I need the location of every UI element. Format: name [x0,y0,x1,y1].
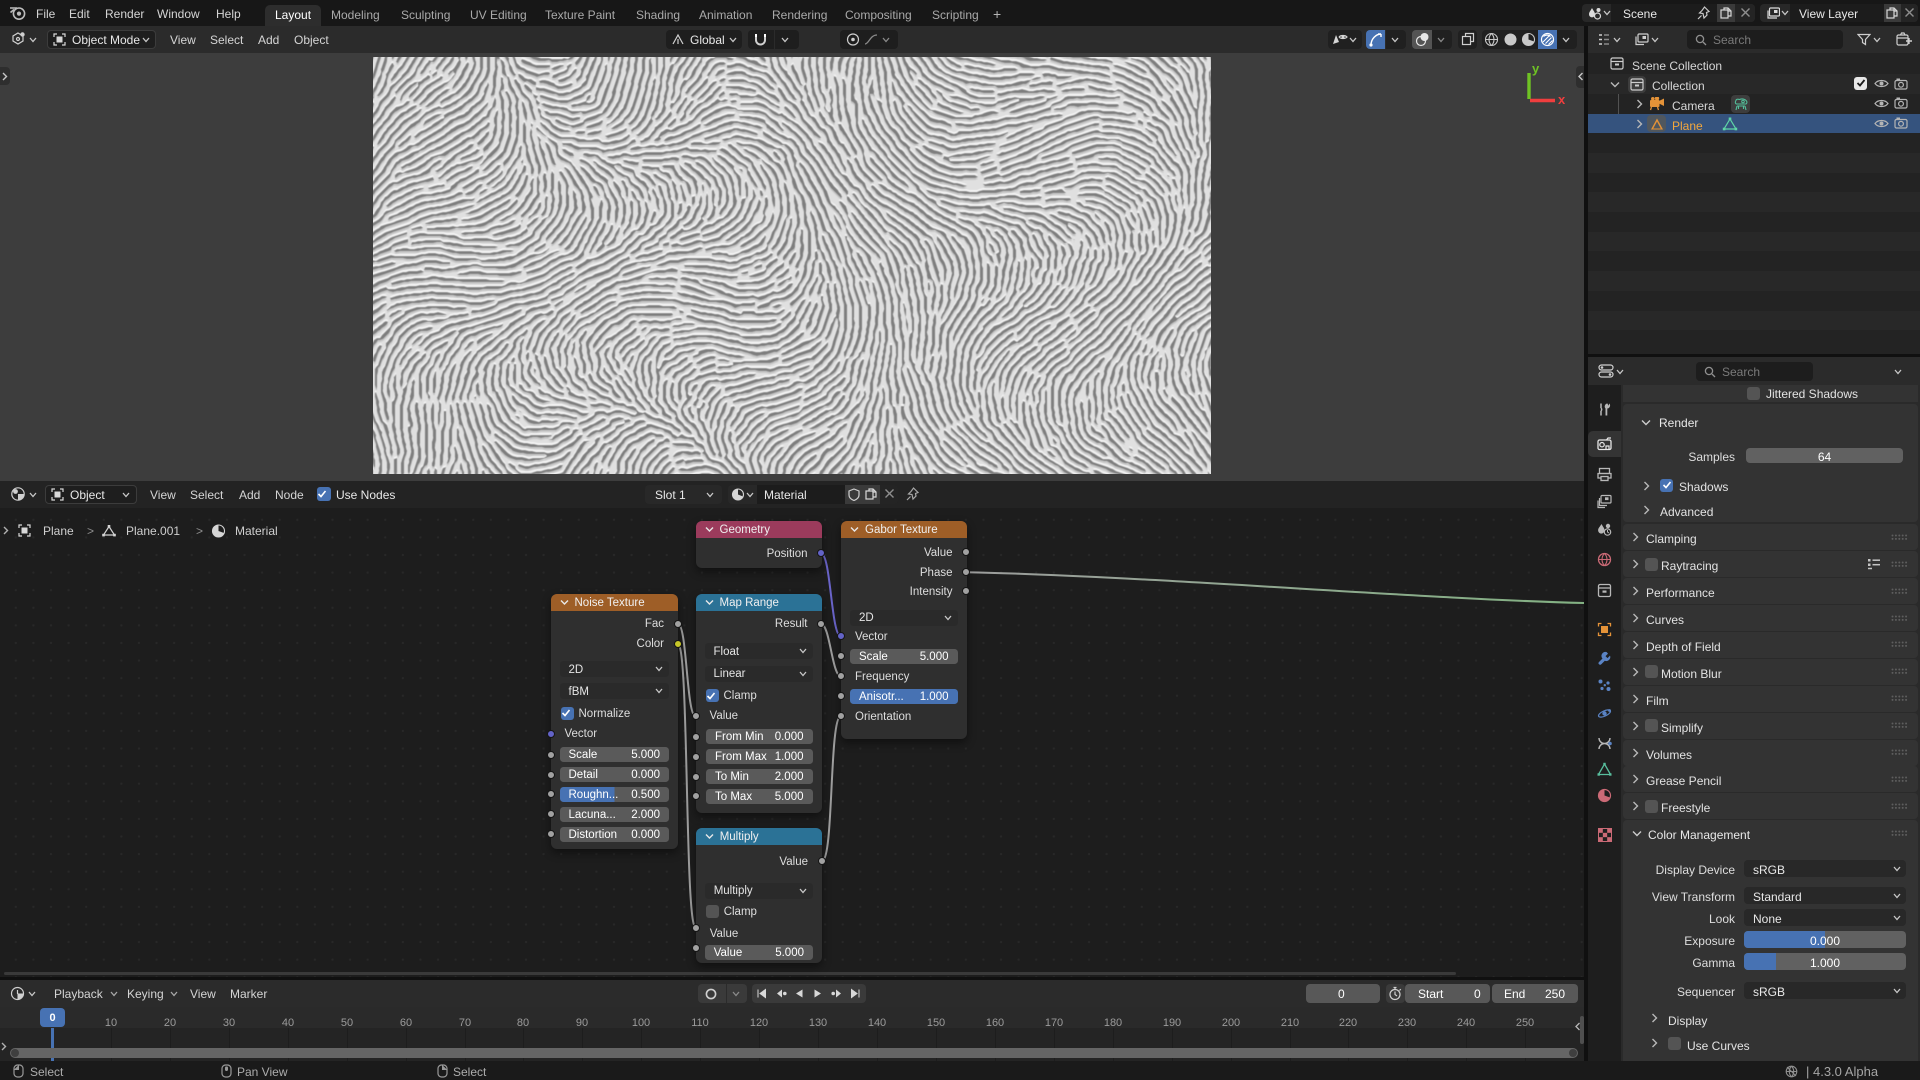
svg-text:y: y [1532,61,1540,76]
svg-text:x: x [1558,92,1565,107]
